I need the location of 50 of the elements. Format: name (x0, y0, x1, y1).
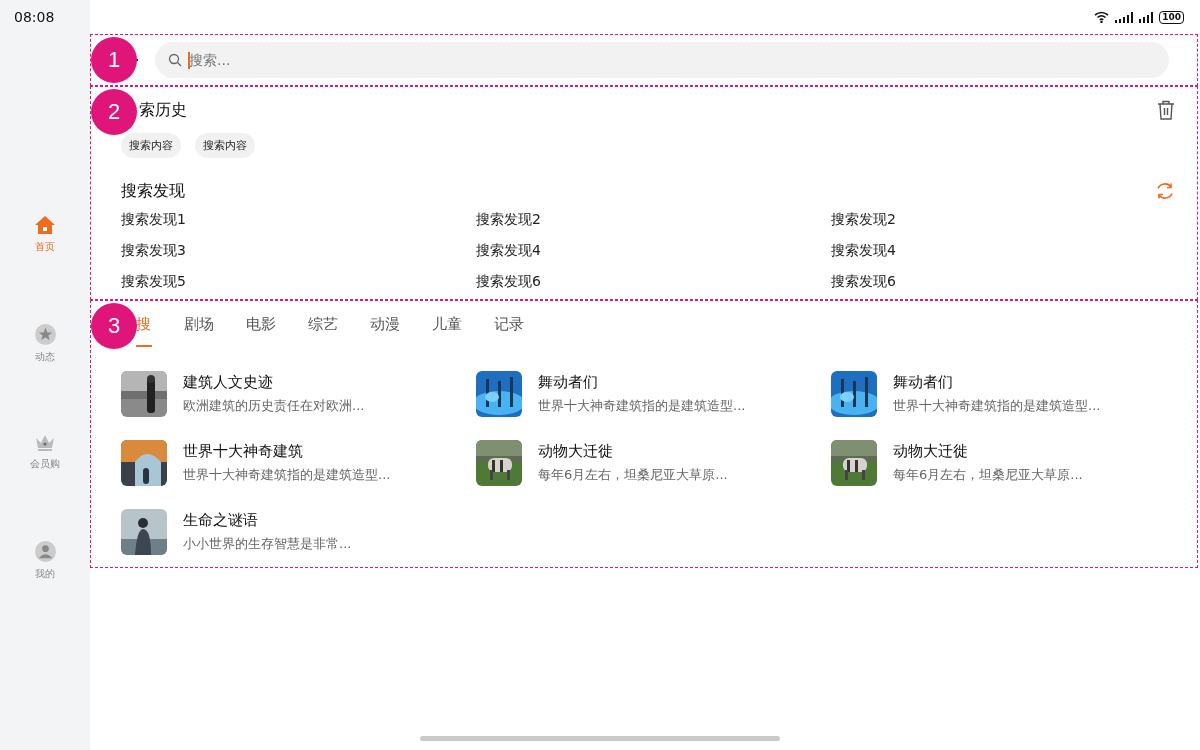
home-icon (34, 215, 56, 235)
result-title[interactable]: 舞动者们 (538, 373, 746, 392)
wifi-icon (1094, 11, 1110, 23)
category-tab[interactable]: 儿童 (432, 315, 462, 347)
discover-item[interactable]: 搜索发现2 (476, 210, 831, 229)
category-tab[interactable]: 动漫 (370, 315, 400, 347)
annotation-badge: 3 (91, 303, 137, 349)
discover-item[interactable]: 搜索发现6 (831, 272, 1175, 291)
user-icon (34, 541, 56, 562)
result-description: 每年6月左右，坦桑尼亚大草原... (893, 466, 1083, 484)
discover-item[interactable]: 搜索发现1 (121, 210, 476, 229)
result-description: 世界十大神奇建筑指的是建筑造型... (183, 466, 391, 484)
discover-item[interactable]: 搜索发现5 (121, 272, 476, 291)
result-title[interactable]: 动物大迁徙 (538, 442, 728, 461)
trash-icon[interactable] (1157, 100, 1175, 120)
discover-item[interactable]: 搜索发现4 (831, 241, 1175, 260)
result-title[interactable]: 建筑人文史迹 (183, 373, 365, 392)
result-title[interactable]: 动物大迁徙 (893, 442, 1083, 461)
discover-item[interactable]: 搜索发现4 (476, 241, 831, 260)
history-chip[interactable]: 搜索内容 (195, 133, 255, 158)
category-tab[interactable]: 记录 (494, 315, 524, 347)
refresh-icon[interactable] (1155, 181, 1175, 201)
category-tab[interactable]: 电影 (246, 315, 276, 347)
result-description: 每年6月左右，坦桑尼亚大草原... (538, 466, 728, 484)
result-title[interactable]: 舞动者们 (893, 373, 1101, 392)
status-time: 08:08 (14, 9, 55, 25)
annotation-badge: 2 (91, 89, 137, 135)
nav-item[interactable]: 动态 (34, 324, 56, 364)
crown-icon (35, 434, 55, 452)
signal-icon (1115, 11, 1134, 23)
signal-icon (1139, 11, 1154, 23)
battery-level: 100 (1159, 10, 1184, 24)
result-description: 小小世界的生存智慧是非常... (183, 535, 352, 553)
result-description: 欧洲建筑的历史责任在对欧洲... (183, 397, 365, 415)
result-description: 世界十大神奇建筑指的是建筑造型... (893, 397, 1101, 415)
discover-item[interactable]: 搜索发现6 (476, 272, 831, 291)
discover-item[interactable]: 搜索发现3 (121, 241, 476, 260)
search-icon (168, 53, 182, 67)
search-field[interactable]: 搜索... (155, 42, 1169, 78)
annotation-badge: 1 (91, 37, 137, 83)
result-title[interactable]: 世界十大神奇建筑 (183, 442, 391, 461)
category-tab[interactable]: 剧场 (184, 315, 214, 347)
text-cursor (188, 52, 190, 69)
category-tab[interactable]: 综艺 (308, 315, 338, 347)
section-title: 索历史 (139, 99, 187, 121)
discover-item[interactable]: 搜索发现2 (831, 210, 1175, 229)
result-title[interactable]: 生命之谜语 (183, 511, 352, 530)
section-title: 搜索发现 (121, 180, 185, 202)
result-description: 世界十大神奇建筑指的是建筑造型... (538, 397, 746, 415)
history-chip[interactable]: 搜索内容 (121, 133, 181, 158)
